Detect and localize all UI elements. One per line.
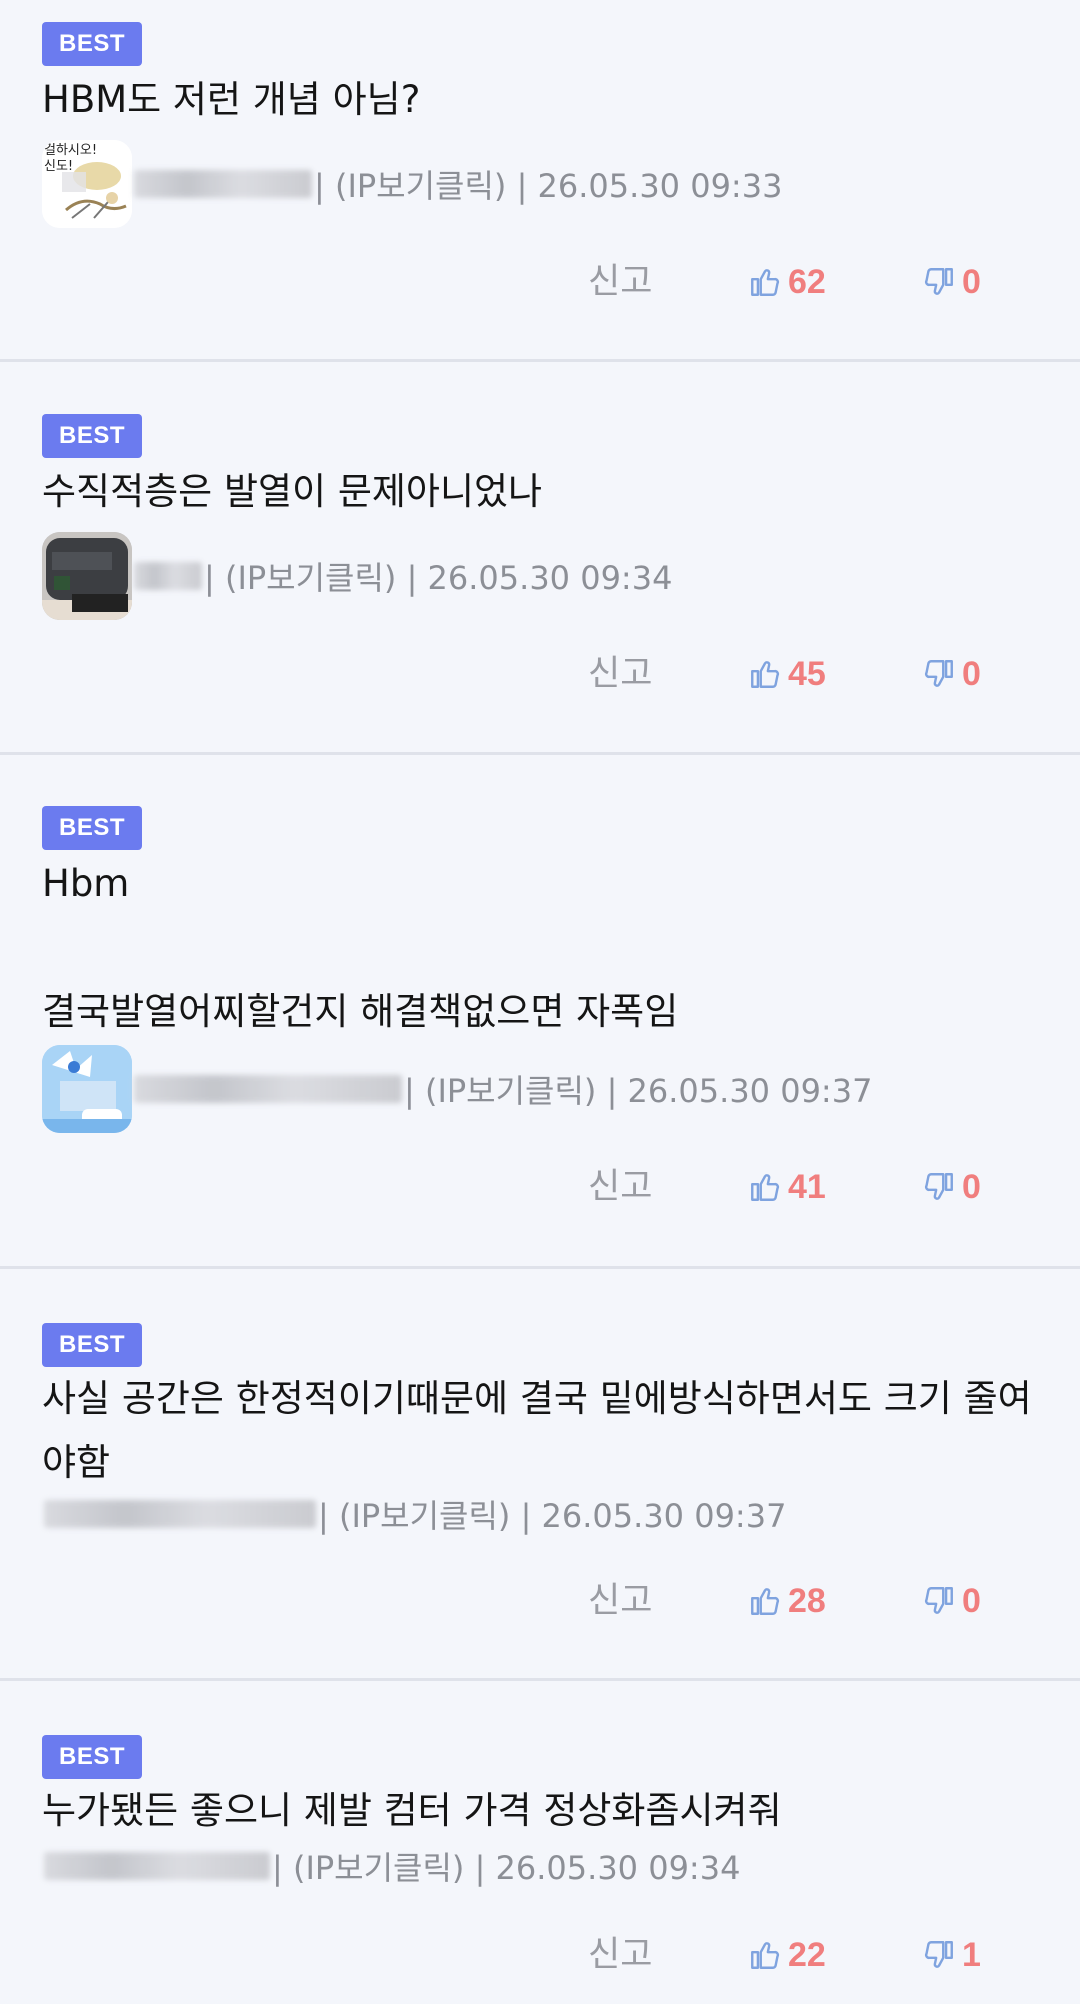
comment-actions: 신고 41 0 — [0, 1157, 1080, 1217]
best-badge: BEST — [42, 22, 142, 66]
anime-avatar-icon[interactable] — [42, 1045, 132, 1133]
dislike-count: 0 — [962, 1581, 981, 1620]
nickname-redacted — [134, 1075, 402, 1103]
like-count: 28 — [788, 1581, 826, 1620]
comment-text: HBM도 저런 개념 아님? — [42, 78, 421, 121]
like-button[interactable]: 45 — [748, 644, 826, 704]
report-button[interactable]: 신고 — [588, 644, 652, 704]
comment-meta: | (IP보기클릭) | 26.05.30 09:34 — [42, 532, 672, 620]
best-badge: BEST — [42, 414, 142, 458]
dislike-count: 1 — [962, 1935, 981, 1974]
comment-meta: | (IP보기클릭) | 26.05.30 09:34 — [42, 1841, 740, 1891]
thumbs-up-icon — [751, 1942, 780, 1969]
comment-meta-text: | (IP보기클릭) | 26.05.30 09:37 — [404, 1072, 873, 1110]
comment-item: BEST Hbm 결국발열어찌할건지 해결책없으면 자폭임 | (IP보기클릭)… — [0, 755, 1080, 1269]
thumbs-down-icon — [924, 1173, 953, 1200]
comment-text: Hbm 결국발열어찌할건지 해결책없으면 자폭임 — [42, 862, 679, 1033]
comment-meta: | (IP보기클릭) | 26.05.30 09:37 — [42, 1489, 786, 1539]
cartoon-avatar-icon[interactable]: 걸하시오! 신도! — [42, 140, 132, 228]
thumbs-up-icon — [751, 661, 780, 688]
thumbs-down-icon — [924, 1587, 953, 1614]
dislike-count: 0 — [962, 654, 981, 693]
best-badge: BEST — [42, 1323, 142, 1367]
comment-actions: 신고 45 0 — [0, 644, 1080, 704]
thumbs-down-icon — [924, 660, 953, 687]
nickname-redacted — [134, 170, 312, 198]
comment-meta-text: | (IP보기클릭) | 26.05.30 09:34 — [204, 559, 673, 597]
comment-actions: 신고 28 0 — [0, 1571, 1080, 1631]
like-count: 45 — [788, 654, 826, 693]
like-count: 41 — [788, 1167, 826, 1206]
dislike-button[interactable]: 1 — [922, 1925, 981, 1985]
photo-avatar-icon[interactable] — [42, 532, 132, 620]
thumbs-down-icon — [924, 1941, 953, 1968]
thumbs-up-icon — [751, 1174, 780, 1201]
comment-meta-text: | (IP보기클릭) | 26.05.30 09:34 — [272, 1849, 741, 1887]
comment-actions: 신고 22 1 — [0, 1925, 1080, 1985]
best-badge: BEST — [42, 806, 142, 850]
comment-actions: 신고 62 0 — [0, 252, 1080, 312]
comment-item: BEST 사실 공간은 한정적이기때문에 결국 밑에방식하면서도 크기 줄여야함… — [0, 1269, 1080, 1681]
dislike-button[interactable]: 0 — [922, 252, 981, 312]
dislike-count: 0 — [962, 1167, 981, 1206]
comment-text: 수직적층은 발열이 문제아니었나 — [42, 470, 543, 513]
best-badge: BEST — [42, 1735, 142, 1779]
dislike-button[interactable]: 0 — [922, 1157, 981, 1217]
dislike-count: 0 — [962, 262, 981, 301]
report-button[interactable]: 신고 — [588, 1925, 652, 1985]
dislike-button[interactable]: 0 — [922, 644, 981, 704]
like-button[interactable]: 28 — [748, 1571, 826, 1631]
report-button[interactable]: 신고 — [588, 1157, 652, 1217]
nickname-redacted — [44, 1500, 316, 1528]
like-button[interactable]: 62 — [748, 252, 826, 312]
comment-item: BEST 수직적층은 발열이 문제아니었나 | (IP보기클릭) | 26.05… — [0, 362, 1080, 755]
nickname-redacted — [134, 562, 202, 590]
thumbs-down-icon — [924, 268, 953, 295]
nickname-redacted — [44, 1852, 270, 1880]
comment-text: 사실 공간은 한정적이기때문에 결국 밑에방식하면서도 크기 줄여야함 — [42, 1377, 1032, 1484]
comment-meta: | (IP보기클릭) | 26.05.30 09:37 — [42, 1045, 872, 1133]
like-button[interactable]: 22 — [748, 1925, 826, 1985]
report-button[interactable]: 신고 — [588, 252, 652, 312]
svg-text:신도!: 신도! — [44, 159, 73, 174]
comment-text: 누가됐든 좋으니 제발 컴터 가격 정상화좀시켜줘 — [42, 1789, 782, 1832]
dislike-button[interactable]: 0 — [922, 1571, 981, 1631]
comment-item: BEST HBM도 저런 개념 아님? 걸하시오! 신도! | (IP보기클릭)… — [0, 0, 1080, 362]
thumbs-up-icon — [751, 269, 780, 296]
comment-meta-text: | (IP보기클릭) | 26.05.30 09:33 — [314, 167, 783, 205]
like-button[interactable]: 41 — [748, 1157, 826, 1217]
report-button[interactable]: 신고 — [588, 1571, 652, 1631]
svg-text:걸하시오!: 걸하시오! — [44, 143, 97, 158]
comment-item: BEST 누가됐든 좋으니 제발 컴터 가격 정상화좀시켜줘 | (IP보기클릭… — [0, 1681, 1080, 2004]
thumbs-up-icon — [751, 1588, 780, 1615]
comment-meta: 걸하시오! 신도! | (IP보기클릭) | 26.05.30 09:33 — [42, 140, 782, 228]
comment-meta-text: | (IP보기클릭) | 26.05.30 09:37 — [318, 1497, 787, 1535]
like-count: 62 — [788, 262, 826, 301]
like-count: 22 — [788, 1935, 826, 1974]
